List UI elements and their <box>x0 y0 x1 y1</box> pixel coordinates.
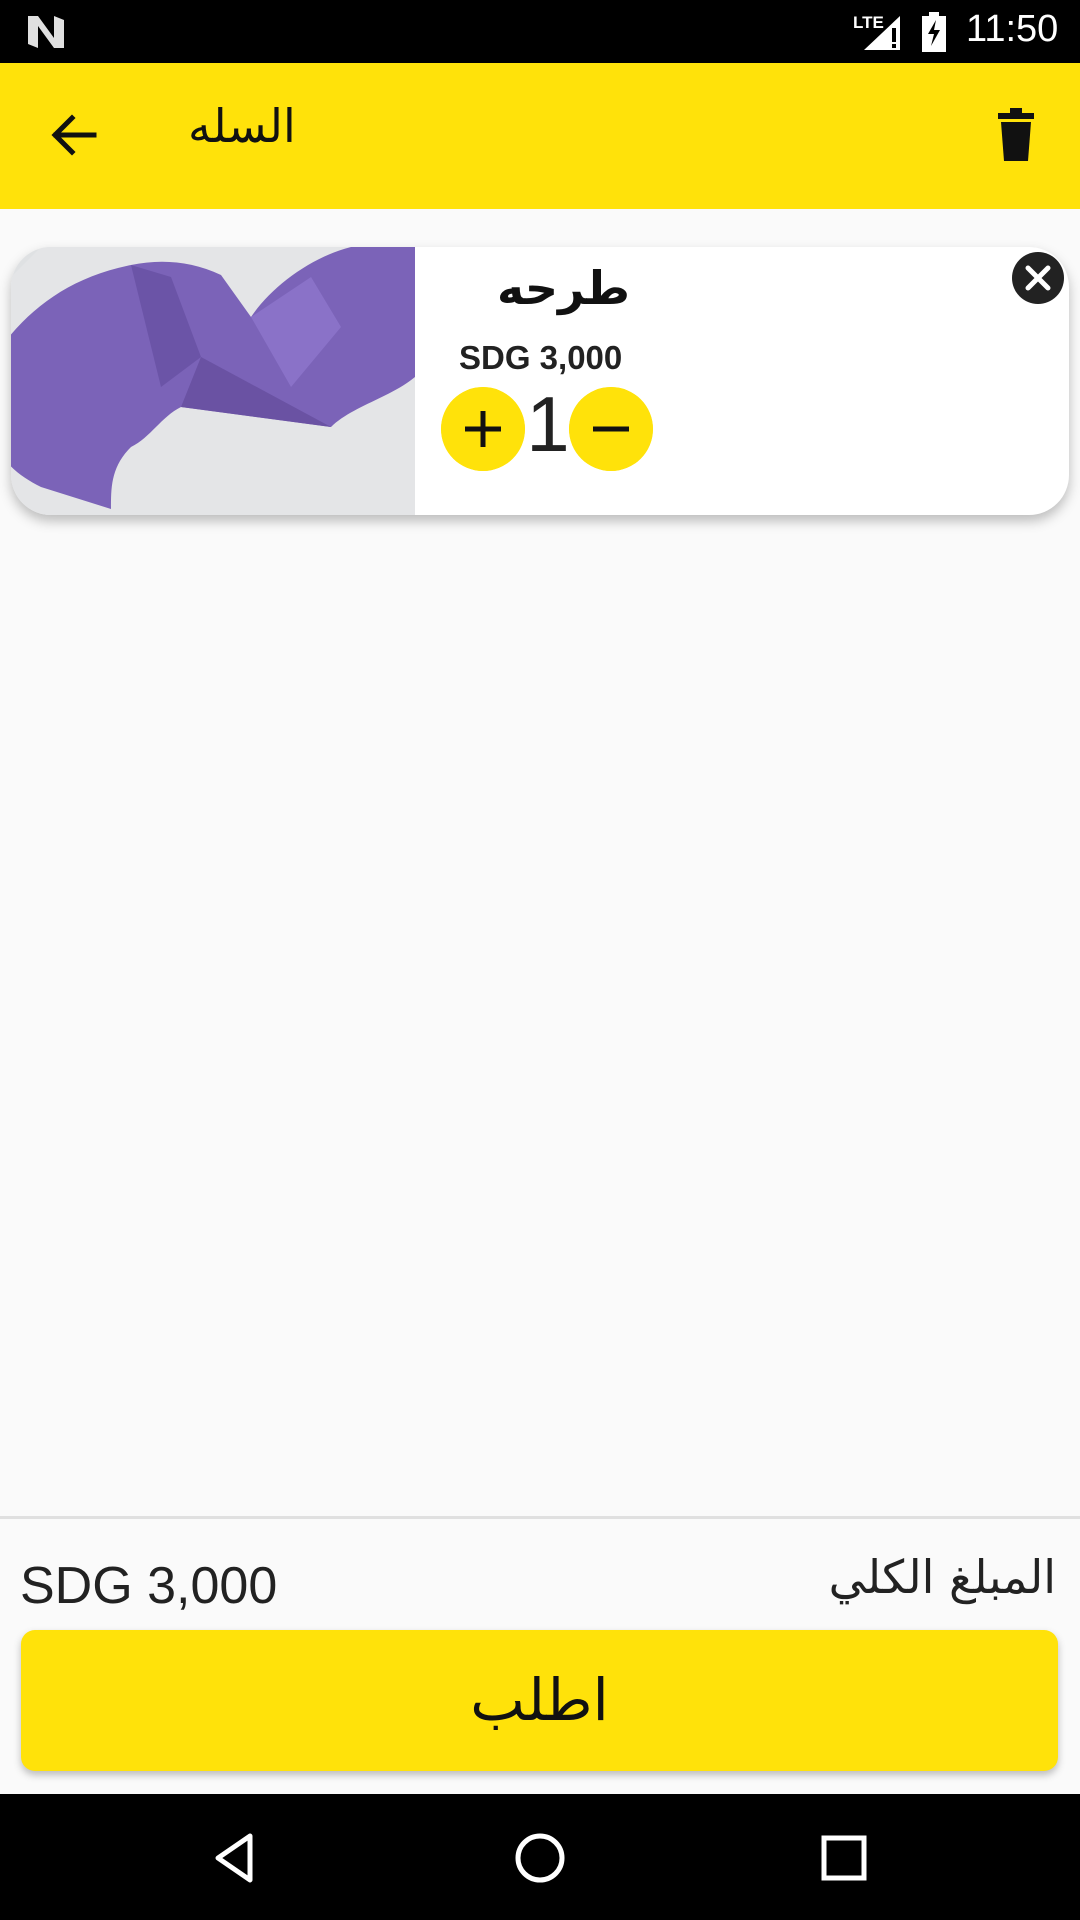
product-image <box>11 247 415 515</box>
page-title: السله <box>188 99 296 153</box>
navigation-bar <box>0 1794 1080 1920</box>
status-bar: LTE 11:50 <box>0 0 1080 63</box>
home-circle-icon[interactable] <box>510 1828 570 1888</box>
n-logo-icon <box>28 16 64 48</box>
total-label: المبلغ الكلي <box>828 1550 1056 1604</box>
battery-charging-icon <box>922 12 946 52</box>
recents-square-icon[interactable] <box>814 1828 874 1888</box>
increase-quantity-button[interactable] <box>441 387 525 471</box>
quantity-value: 1 <box>526 380 570 468</box>
decrease-quantity-button[interactable] <box>569 387 653 471</box>
trash-icon[interactable] <box>986 105 1046 165</box>
order-button[interactable]: اطلب <box>21 1630 1058 1771</box>
back-triangle-icon[interactable] <box>206 1828 266 1888</box>
total-amount: SDG 3,000 <box>20 1557 278 1615</box>
clock: 11:50 <box>966 8 1059 50</box>
product-name: طرحه <box>497 261 630 315</box>
signal-icon <box>864 16 900 50</box>
cart-item-card: طرحه SDG 3,000 1 <box>11 247 1069 515</box>
back-arrow-icon[interactable] <box>44 105 104 165</box>
product-price: SDG 3,000 <box>459 339 623 376</box>
remove-item-icon[interactable] <box>1011 251 1065 305</box>
app-bar: السله <box>0 63 1080 209</box>
divider <box>0 1516 1080 1519</box>
